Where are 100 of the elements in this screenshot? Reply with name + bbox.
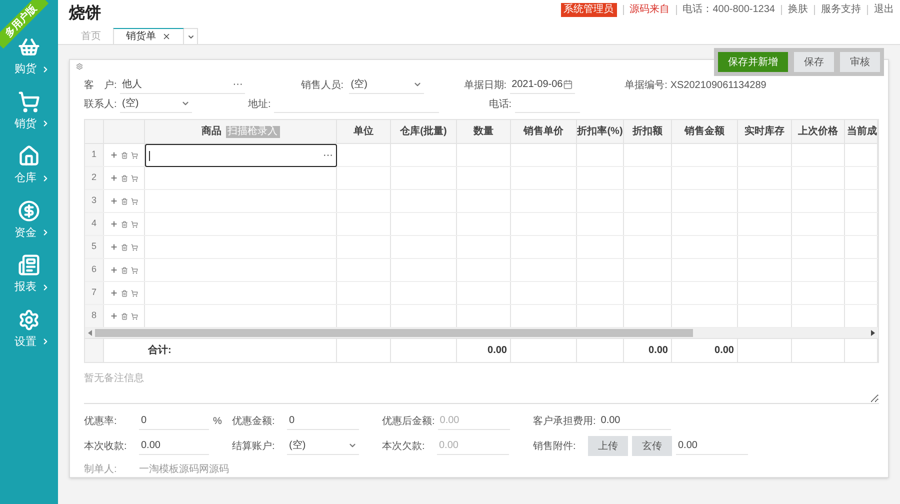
header-link[interactable]: 服务支持: [821, 2, 861, 17]
field-label: 优惠率:: [84, 414, 118, 428]
field-label: 电话:: [488, 98, 513, 112]
cart-icon[interactable]: [131, 244, 138, 250]
upload-button[interactable]: 上传: [588, 436, 628, 456]
toolbar-button[interactable]: 保存: [794, 52, 834, 72]
total-label: 合计:: [148, 344, 172, 358]
row-number: 5: [85, 236, 104, 258]
column-header: 上次价格: [792, 120, 845, 143]
column-header: 销售金额: [672, 120, 738, 143]
field-label: 客 户:: [84, 78, 118, 92]
input-field: 0.00: [437, 437, 509, 455]
sidebar-item[interactable]: 购货: [8, 61, 50, 78]
field-label: 客户承担费用:: [533, 414, 597, 428]
delete-icon[interactable]: [121, 312, 128, 320]
header-link[interactable]: 源码来自: [630, 2, 670, 17]
field-label: 单据日期:: [464, 78, 508, 92]
upload-button[interactable]: 玄传: [632, 436, 672, 456]
more-button[interactable]: ···: [323, 150, 333, 160]
field-label: 优惠后金额:: [382, 414, 436, 428]
product-input[interactable]: ···: [145, 144, 337, 167]
settings-icon[interactable]: [76, 63, 83, 70]
toolbar-button[interactable]: 保存并新增: [718, 52, 788, 72]
close-icon[interactable]: [162, 32, 171, 41]
row-number: 3: [85, 190, 104, 212]
date-field[interactable]: 2021-09-06: [510, 76, 575, 94]
input-field[interactable]: 0.00: [598, 412, 671, 430]
input-field[interactable]: 0.00: [676, 437, 748, 455]
add-row-icon[interactable]: [110, 289, 118, 297]
column-header: 单位: [337, 120, 391, 143]
header-link[interactable]: 电话：400-800-1234: [682, 2, 775, 17]
sidebar-item[interactable]: 仓库: [8, 170, 50, 186]
add-row-icon[interactable]: [110, 312, 118, 320]
cart-icon[interactable]: [131, 220, 138, 228]
field-label: 本次收款:: [84, 440, 128, 454]
delete-icon[interactable]: [121, 152, 128, 158]
delete-icon[interactable]: [121, 266, 128, 274]
dropdown-icon[interactable]: [181, 99, 190, 108]
delete-icon[interactable]: [121, 244, 128, 250]
scrollbar-thumb[interactable]: [95, 329, 693, 337]
field-label: 本次欠款:: [382, 440, 426, 454]
cart-icon[interactable]: [131, 198, 138, 204]
scroll-right-icon[interactable]: [871, 330, 875, 336]
add-row-icon[interactable]: [110, 220, 118, 228]
select-field[interactable]: (空): [287, 437, 359, 455]
role-badge: 系统管理员: [560, 2, 617, 16]
sidebar-item[interactable]: 报表: [8, 279, 50, 296]
dropdown-icon[interactable]: [348, 441, 357, 450]
dollar-icon[interactable]: [18, 200, 40, 222]
basket-icon[interactable]: [18, 36, 40, 58]
add-row-icon[interactable]: [110, 243, 118, 251]
select-field[interactable]: (空): [348, 76, 424, 94]
cart-icon[interactable]: [131, 290, 138, 296]
page-title: 烧饼: [69, 3, 101, 24]
field-label: 优惠金额:: [232, 414, 276, 428]
input-field[interactable]: 他人 ···: [120, 76, 245, 94]
scroll-left-icon[interactable]: [88, 330, 92, 336]
add-row-icon[interactable]: [110, 197, 118, 205]
toolbar-button[interactable]: 审核: [840, 52, 880, 72]
field-value: XS202109061134289: [670, 78, 766, 92]
tab-menu-button[interactable]: [184, 28, 198, 44]
total-value: 0.00: [488, 344, 507, 358]
delete-icon[interactable]: [121, 174, 128, 182]
select-field[interactable]: (空): [120, 95, 192, 113]
column-header: 商品 扫描枪录入: [145, 120, 337, 143]
input-field[interactable]: 0: [287, 412, 359, 430]
tab[interactable]: 销货单: [113, 28, 184, 44]
sidebar-item[interactable]: 销货: [8, 116, 50, 132]
header-link[interactable]: 退出: [874, 2, 894, 17]
sidebar-item[interactable]: 设置: [8, 334, 50, 350]
remark-field[interactable]: 暂无备注信息: [84, 371, 879, 404]
row-number: 1: [85, 144, 104, 166]
add-row-icon[interactable]: [110, 151, 118, 159]
calendar-icon[interactable]: [562, 79, 573, 90]
dropdown-icon[interactable]: [412, 80, 422, 89]
delete-icon[interactable]: [121, 198, 128, 204]
add-row-icon[interactable]: [110, 266, 118, 274]
more-button[interactable]: ···: [232, 80, 243, 90]
header-link[interactable]: 换肤: [788, 2, 808, 17]
row-number: 4: [85, 213, 104, 235]
field-value: 一淘模板源码网源码: [139, 462, 229, 477]
house-icon[interactable]: [18, 145, 40, 167]
cart-icon[interactable]: [131, 174, 138, 182]
cart-icon[interactable]: [18, 90, 40, 112]
cart-icon[interactable]: [131, 312, 138, 320]
field-label: 地址:: [248, 98, 272, 112]
delete-icon[interactable]: [121, 220, 128, 228]
input-field[interactable]: 0.00: [139, 437, 209, 455]
sidebar-item[interactable]: 资金: [8, 224, 50, 241]
input-field[interactable]: 0: [139, 412, 209, 430]
cart-icon[interactable]: [131, 266, 138, 274]
row-number: 6: [85, 259, 104, 281]
add-row-icon[interactable]: [110, 174, 118, 182]
horizontal-scrollbar[interactable]: [85, 328, 878, 338]
delete-icon[interactable]: [121, 290, 128, 296]
cart-icon[interactable]: [131, 152, 138, 158]
field-label: 联系人:: [84, 98, 118, 112]
column-header: 仓库(批量): [391, 120, 457, 143]
newspaper-icon[interactable]: [18, 254, 40, 276]
field-label: 结算账户:: [232, 440, 276, 454]
